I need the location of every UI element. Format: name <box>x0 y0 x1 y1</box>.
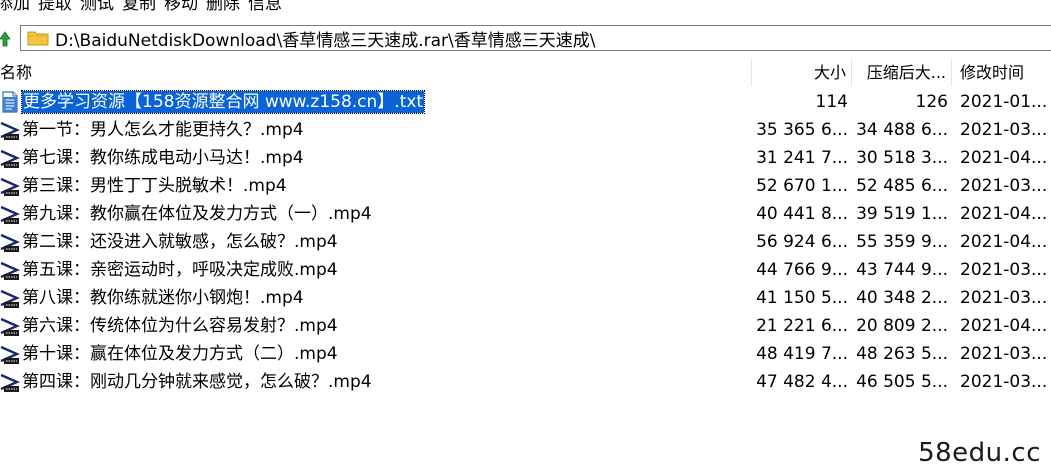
address-path: D:\BaiduNetdiskDownload\香草情感三天速成.rar\香草情… <box>55 30 596 51</box>
file-row[interactable]: 第三课：男性丁丁头脱敏术！.mp4 52 670 1... 52 485 6... 2… <box>0 172 1051 200</box>
file-name[interactable]: 第七课：教你练成电动小马达！.mp4 <box>22 144 304 172</box>
file-packed-size: 52 485 6... <box>856 176 948 196</box>
file-row[interactable]: 第二课：还没进入就敏感，怎么破？.mp4 56 924 6... 55 359 9.… <box>0 228 1051 256</box>
file-packed-size: 55 359 9... <box>856 232 948 252</box>
file-name[interactable]: 第六课：传统体位为什么容易发射？.mp4 <box>22 312 338 340</box>
file-modified: 2021-04... <box>960 148 1048 168</box>
toolbar-copy-button[interactable]: 复制 <box>122 0 156 14</box>
file-row[interactable]: 第四课：刚动几分钟就来感觉，怎么破？.mp4 47 482 4... 46 505 … <box>0 368 1051 396</box>
file-size: 47 482 4... <box>756 372 848 392</box>
file-packed-size: 126 <box>915 92 948 112</box>
file-modified: 2021-03... <box>960 120 1048 140</box>
file-packed-size: 34 488 6... <box>856 120 948 140</box>
file-name[interactable]: 第一节：男人怎么才能更持久？.mp4 <box>22 116 304 144</box>
file-name[interactable]: 第四课：刚动几分钟就来感觉，怎么破？.mp4 <box>22 368 372 396</box>
file-size: 41 150 5... <box>756 288 848 308</box>
address-input[interactable]: D:\BaiduNetdiskDownload\香草情感三天速成.rar\香草情… <box>20 25 1051 51</box>
text-file-icon <box>2 91 18 113</box>
file-name-cell: 第六课：传统体位为什么容易发射？.mp4 <box>0 312 752 340</box>
toolbar-extract-button[interactable]: 提取 <box>38 0 72 14</box>
file-row[interactable]: 第十课：赢在体位及发力方式（二）.mp4 48 419 7... 48 263 5.… <box>0 340 1051 368</box>
file-modified: 2021-01... <box>960 92 1048 112</box>
file-name[interactable]: 第八课：教你练就迷你小钢炮！.mp4 <box>22 284 304 312</box>
file-name[interactable]: 第十课：赢在体位及发力方式（二）.mp4 <box>22 340 338 368</box>
file-packed-size: 30 518 3... <box>856 148 948 168</box>
file-size: 114 <box>815 92 848 112</box>
video-file-icon <box>0 373 20 392</box>
folder-icon <box>27 31 49 46</box>
file-size: 44 766 9... <box>756 260 848 280</box>
file-name[interactable]: 更多学习资源【158资源整合网 www.z158.cn】.txt <box>20 90 426 114</box>
file-name-cell: 第五课：亲密运动时，呼吸决定成败.mp4 <box>0 256 752 284</box>
up-folder-icon[interactable] <box>0 28 12 50</box>
toolbar-add-button[interactable]: 添加 <box>0 0 30 14</box>
file-name[interactable]: 第九课：教你赢在体位及发力方式（一）.mp4 <box>22 200 372 228</box>
column-packed-size-header[interactable]: 压缩后大... <box>852 60 952 86</box>
file-row[interactable]: 第一节：男人怎么才能更持久？.mp4 35 365 6... 34 488 6...… <box>0 116 1051 144</box>
file-modified: 2021-04... <box>960 316 1048 336</box>
video-file-icon <box>0 121 20 140</box>
column-name-header[interactable]: 名称 <box>0 60 752 86</box>
file-packed-size: 39 519 1... <box>856 204 948 224</box>
file-modified: 2021-03... <box>960 372 1048 392</box>
file-name-cell: 第二课：还没进入就敏感，怎么破？.mp4 <box>0 228 752 256</box>
file-size: 31 241 7... <box>756 148 848 168</box>
file-packed-size: 20 809 2... <box>856 316 948 336</box>
file-name-cell: 第三课：男性丁丁头脱敏术！.mp4 <box>0 172 752 200</box>
file-row[interactable]: 第八课：教你练就迷你小钢炮！.mp4 41 150 5... 40 348 2...… <box>0 284 1051 312</box>
file-name-cell: 更多学习资源【158资源整合网 www.z158.cn】.txt <box>0 88 752 116</box>
file-name-cell: 第八课：教你练就迷你小钢炮！.mp4 <box>0 284 752 312</box>
file-packed-size: 48 263 5... <box>856 344 948 364</box>
file-name-cell: 第十课：赢在体位及发力方式（二）.mp4 <box>0 340 752 368</box>
file-name[interactable]: 第五课：亲密运动时，呼吸决定成败.mp4 <box>22 256 338 284</box>
column-modified-header[interactable]: 修改时间 <box>952 60 1051 86</box>
file-name-cell: 第九课：教你赢在体位及发力方式（一）.mp4 <box>0 200 752 228</box>
file-size: 48 419 7... <box>756 344 848 364</box>
file-row[interactable]: 第六课：传统体位为什么容易发射？.mp4 21 221 6... 20 809 2.… <box>0 312 1051 340</box>
archive-window: 添加 提取 测试 复制 移动 删除 信息 D:\BaiduNetdiskDown… <box>0 0 1051 472</box>
file-modified: 2021-03... <box>960 260 1048 280</box>
file-modified: 2021-03... <box>960 288 1048 308</box>
toolbar-test-button[interactable]: 测试 <box>80 0 114 14</box>
file-row[interactable]: 第七课：教你练成电动小马达！.mp4 31 241 7... 30 518 3...… <box>0 144 1051 172</box>
file-row[interactable]: 第九课：教你赢在体位及发力方式（一）.mp4 40 441 8... 39 519 … <box>0 200 1051 228</box>
file-packed-size: 40 348 2... <box>856 288 948 308</box>
address-bar: D:\BaiduNetdiskDownload\香草情感三天速成.rar\香草情… <box>0 22 1051 56</box>
column-size-header[interactable]: 大小 <box>752 60 852 86</box>
video-file-icon <box>0 289 20 308</box>
file-packed-size: 43 744 9... <box>856 260 948 280</box>
toolbar: 添加 提取 测试 复制 移动 删除 信息 <box>0 0 1051 14</box>
file-size: 21 221 6... <box>756 316 848 336</box>
watermark: 58edu.cc <box>918 438 1041 468</box>
toolbar-delete-button[interactable]: 删除 <box>206 0 240 14</box>
video-file-icon <box>0 233 20 252</box>
file-name-cell: 第四课：刚动几分钟就来感觉，怎么破？.mp4 <box>0 368 752 396</box>
file-size: 56 924 6... <box>756 232 848 252</box>
file-modified: 2021-03... <box>960 176 1048 196</box>
video-file-icon <box>0 345 20 364</box>
file-modified: 2021-04... <box>960 204 1048 224</box>
file-size: 52 670 1... <box>756 176 848 196</box>
video-file-icon <box>0 317 20 336</box>
file-modified: 2021-03... <box>960 344 1048 364</box>
file-packed-size: 46 505 5... <box>856 372 948 392</box>
file-size: 40 441 8... <box>756 204 848 224</box>
column-header: 名称 大小 压缩后大... 修改时间 <box>0 60 1051 86</box>
file-modified: 2021-04... <box>960 232 1048 252</box>
file-name[interactable]: 第三课：男性丁丁头脱敏术！.mp4 <box>22 172 287 200</box>
toolbar-info-button[interactable]: 信息 <box>248 0 282 14</box>
file-name-cell: 第一节：男人怎么才能更持久？.mp4 <box>0 116 752 144</box>
file-list: 更多学习资源【158资源整合网 www.z158.cn】.txt 114 126 20… <box>0 88 1051 396</box>
video-file-icon <box>0 149 20 168</box>
toolbar-move-button[interactable]: 移动 <box>164 0 198 14</box>
file-row[interactable]: 第五课：亲密运动时，呼吸决定成败.mp4 44 766 9... 43 744 9.… <box>0 256 1051 284</box>
video-file-icon <box>0 261 20 280</box>
file-row[interactable]: 更多学习资源【158资源整合网 www.z158.cn】.txt 114 126 20… <box>0 88 1051 116</box>
file-size: 35 365 6... <box>756 120 848 140</box>
file-name[interactable]: 第二课：还没进入就敏感，怎么破？.mp4 <box>22 228 338 256</box>
file-name-cell: 第七课：教你练成电动小马达！.mp4 <box>0 144 752 172</box>
video-file-icon <box>0 177 20 196</box>
video-file-icon <box>0 205 20 224</box>
